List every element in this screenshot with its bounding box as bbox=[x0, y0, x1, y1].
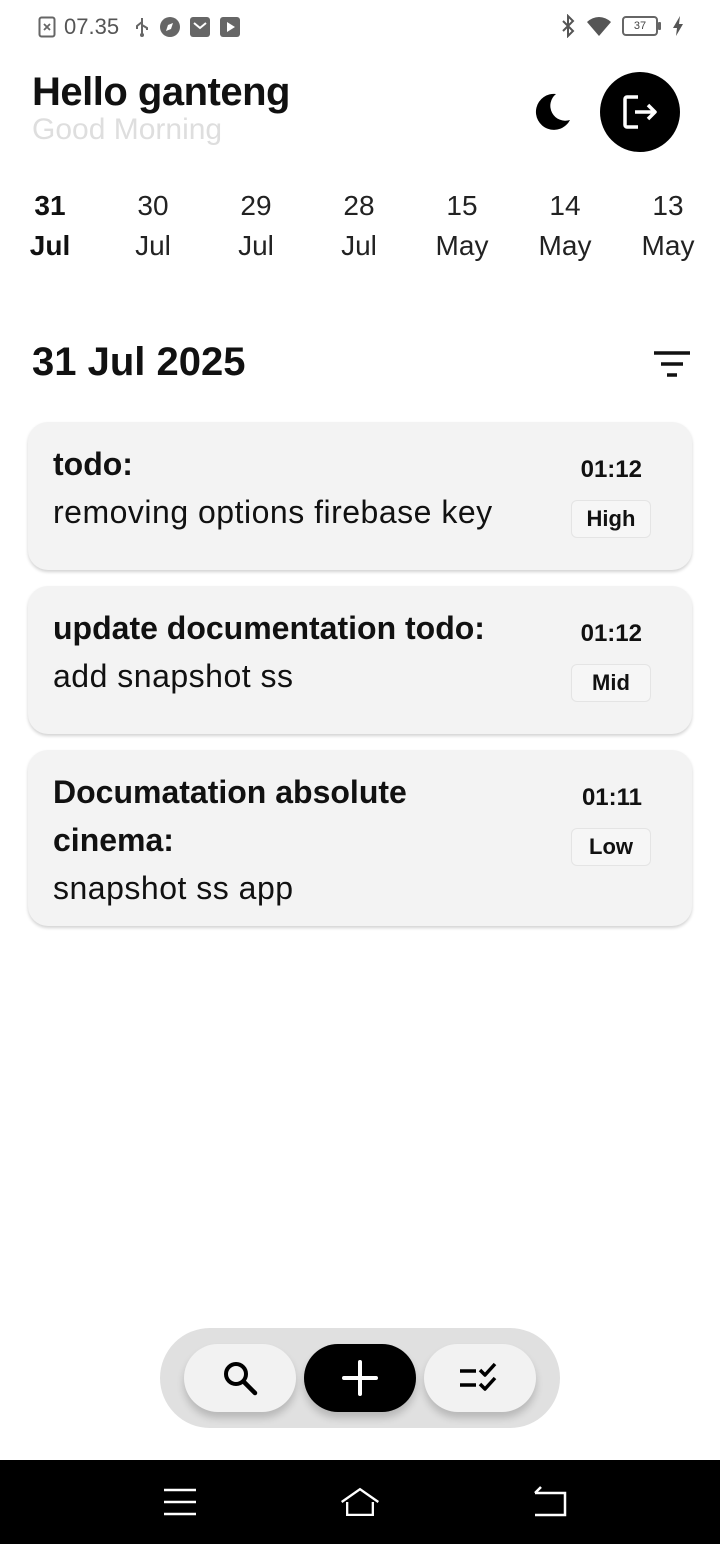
action-bar bbox=[160, 1328, 560, 1428]
date-month: May bbox=[641, 230, 695, 261]
date-day: 15 bbox=[446, 190, 478, 221]
task-time: 01:12 bbox=[580, 620, 642, 647]
date-item[interactable]: 29 Jul bbox=[216, 186, 296, 266]
date-day: 14 bbox=[549, 190, 581, 221]
date-item[interactable]: 28 Jul bbox=[319, 186, 399, 266]
task-text: update documentation todo: add snapshot … bbox=[53, 604, 563, 700]
task-body: removing options firebase key bbox=[53, 494, 493, 530]
date-item[interactable]: 14 May bbox=[525, 186, 605, 266]
greeting-subtitle: Good Morning bbox=[32, 113, 223, 146]
task-text: todo: removing options firebase key bbox=[53, 440, 563, 536]
task-card[interactable]: update documentation todo: add snapshot … bbox=[28, 586, 692, 734]
status-bar: 07.35 37 bbox=[0, 0, 720, 56]
screenshot-icon bbox=[38, 16, 56, 38]
greeting-title: Hello ganteng bbox=[32, 70, 290, 114]
system-nav-bar bbox=[0, 1460, 720, 1544]
task-body: add snapshot ss bbox=[53, 658, 294, 694]
mail-icon bbox=[189, 16, 211, 38]
task-card[interactable]: todo: removing options firebase key 01:1… bbox=[28, 422, 692, 570]
date-day: 29 bbox=[240, 190, 272, 221]
search-button[interactable] bbox=[184, 1344, 296, 1412]
bluetooth-icon bbox=[560, 14, 576, 38]
greeting: Hello ganteng Good Morning bbox=[32, 70, 290, 147]
date-month: May bbox=[538, 230, 592, 261]
date-item[interactable]: 30 Jul bbox=[113, 186, 193, 266]
plus-icon bbox=[342, 1360, 378, 1396]
date-month: Jul bbox=[135, 230, 171, 261]
task-time: 01:12 bbox=[580, 456, 642, 483]
date-day: 28 bbox=[343, 190, 375, 221]
filter-icon[interactable] bbox=[652, 350, 692, 380]
task-list-button[interactable] bbox=[424, 1344, 536, 1412]
logout-button[interactable] bbox=[600, 72, 680, 152]
priority-badge: High bbox=[571, 500, 651, 538]
status-bar-right: 37 bbox=[560, 14, 684, 38]
section-title: 31 Jul 2025 bbox=[32, 340, 246, 384]
date-day: 13 bbox=[652, 190, 684, 221]
status-time: 07.35 bbox=[64, 14, 120, 39]
task-title: todo: bbox=[53, 446, 133, 482]
moon-icon[interactable] bbox=[530, 90, 574, 134]
task-body: snapshot ss app bbox=[53, 870, 294, 906]
checklist-icon bbox=[458, 1361, 502, 1395]
menu-icon[interactable] bbox=[158, 1482, 202, 1522]
date-strip: 31 Jul 30 Jul 29 Jul 28 Jul 15 May 14 Ma… bbox=[0, 186, 720, 276]
search-icon bbox=[221, 1359, 259, 1397]
task-title: update documentation todo: bbox=[53, 610, 485, 646]
date-day: 31 bbox=[34, 190, 66, 221]
youtube-icon bbox=[219, 16, 241, 38]
status-bar-left: 07.35 bbox=[38, 14, 241, 40]
task-time: 01:11 bbox=[581, 784, 642, 811]
date-item[interactable]: 13 May bbox=[628, 186, 708, 266]
priority-badge: Mid bbox=[571, 664, 651, 702]
date-month: Jul bbox=[238, 230, 274, 261]
date-month: Jul bbox=[341, 230, 377, 261]
logout-icon bbox=[620, 92, 660, 132]
date-item[interactable]: 15 May bbox=[422, 186, 502, 266]
battery-icon: 37 bbox=[622, 16, 661, 36]
home-icon[interactable] bbox=[338, 1482, 382, 1522]
add-task-button[interactable] bbox=[304, 1344, 416, 1412]
date-month: May bbox=[435, 230, 489, 261]
date-month: Jul bbox=[29, 230, 71, 261]
task-card[interactable]: Documatation absolute cinema: snapshot s… bbox=[28, 750, 692, 926]
compass-icon bbox=[159, 16, 181, 38]
date-day: 30 bbox=[137, 190, 169, 221]
wifi-icon bbox=[586, 15, 612, 37]
priority-badge: Low bbox=[571, 828, 651, 866]
task-text: Documatation absolute cinema: snapshot s… bbox=[53, 768, 493, 912]
charging-icon bbox=[672, 15, 684, 37]
date-item[interactable]: 31 Jul bbox=[10, 186, 90, 266]
back-icon[interactable] bbox=[526, 1482, 570, 1522]
task-title: Documatation absolute cinema: bbox=[53, 774, 407, 858]
usb-icon bbox=[133, 16, 151, 38]
